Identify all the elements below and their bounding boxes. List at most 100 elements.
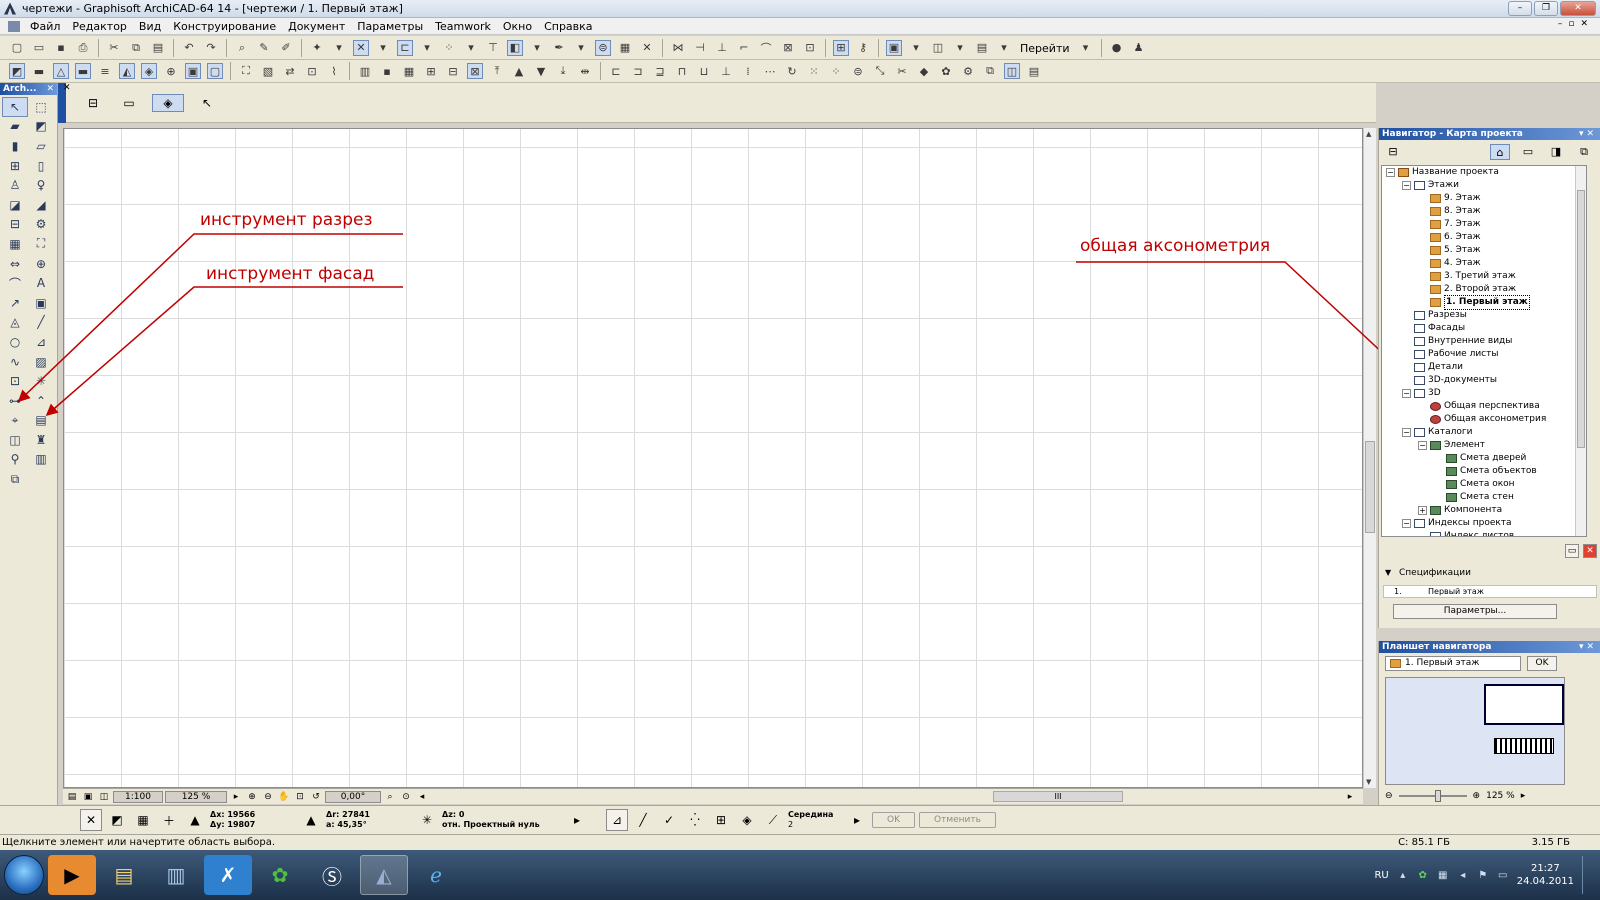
delete-button[interactable]: ✕: [1583, 544, 1597, 558]
parameters-button[interactable]: Параметры...: [1393, 604, 1557, 619]
suspend-groups-icon[interactable]: ⊞: [833, 39, 849, 56]
mirror-icon[interactable]: ⌇: [326, 63, 342, 79]
rotate-view-icon[interactable]: ↺: [309, 791, 323, 803]
goto-menu[interactable]: Перейти: [1015, 39, 1075, 57]
dropdown-arrow-icon[interactable]: ▾: [1078, 40, 1094, 56]
snap-dropdown-icon[interactable]: ▸: [846, 809, 868, 831]
hatch-icon[interactable]: ▧: [260, 63, 276, 79]
beam-tool-icon[interactable]: ◩: [28, 117, 54, 137]
navigator-preview-area[interactable]: [1385, 677, 1565, 785]
scroll-down-icon[interactable]: ▼: [1366, 778, 1371, 786]
paste-icon[interactable]: ▤: [150, 40, 166, 56]
mouse-constraint-icon[interactable]: ⊞: [710, 809, 732, 831]
label-tool-icon[interactable]: ↗: [2, 293, 28, 313]
tree-item[interactable]: Общая аксонометрия: [1382, 413, 1586, 426]
tree-item[interactable]: 4. Этаж: [1382, 257, 1586, 270]
tree-item[interactable]: Индекс листов: [1382, 530, 1586, 536]
distribute-v-icon[interactable]: ⋯: [762, 63, 778, 79]
text-tool-icon[interactable]: A: [28, 273, 54, 293]
dimension-tool-icon[interactable]: ⇔: [2, 254, 28, 274]
scroll-right-icon[interactable]: ▸: [1343, 791, 1357, 803]
zoom-previous-icon[interactable]: ⊙: [399, 791, 413, 803]
intersect-icon[interactable]: ⌐: [736, 40, 752, 56]
scroll-thumb[interactable]: [1577, 190, 1585, 448]
slab-tool-icon[interactable]: ▱: [28, 136, 54, 156]
zoom-field[interactable]: 125 %: [165, 790, 227, 803]
snap-ruler-icon[interactable]: ⟋: [762, 809, 784, 831]
tree-item[interactable]: 3. Третий этаж: [1382, 270, 1586, 283]
table-icon[interactable]: ▦: [617, 40, 633, 56]
curtain-wall-tool-icon[interactable]: ⧉: [2, 469, 28, 489]
menu-help[interactable]: Справка: [538, 18, 598, 35]
figure-tool-icon[interactable]: ▣: [28, 293, 54, 313]
dropdown-arrow-icon[interactable]: ▾: [573, 40, 589, 56]
checkmark-icon[interactable]: ✓: [658, 809, 680, 831]
tree-item[interactable]: Общая перспектива: [1382, 400, 1586, 413]
tree-item[interactable]: Разрезы: [1382, 309, 1586, 322]
tree-item[interactable]: + Компонента: [1382, 504, 1586, 517]
camera-tool-icon[interactable]: ♜: [28, 430, 54, 450]
fit-icon[interactable]: ⊡: [293, 791, 307, 803]
panel-controls[interactable]: ▾✕: [1579, 641, 1597, 653]
hotlink-icon[interactable]: ⊠: [467, 63, 483, 79]
zone-tool-icon[interactable]: ⛶: [28, 234, 54, 254]
polyline-tool-icon[interactable]: ⊿: [28, 332, 54, 352]
dropdown-arrow-icon[interactable]: ▾: [419, 40, 435, 56]
gravity-icon[interactable]: ⊏: [397, 39, 413, 56]
icq-icon[interactable]: ✿: [256, 855, 304, 895]
internet-explorer-icon[interactable]: ℯ: [412, 855, 460, 895]
dropdown-arrow-icon[interactable]: ▾: [996, 40, 1012, 56]
dropdown-arrow-icon[interactable]: ▾: [463, 40, 479, 56]
new-folder-button[interactable]: ▭: [1565, 544, 1579, 558]
tree-item[interactable]: 8. Этаж: [1382, 205, 1586, 218]
tree-item[interactable]: 9. Этаж: [1382, 192, 1586, 205]
find-select-icon[interactable]: ⌕: [234, 40, 250, 56]
grid-view-icon[interactable]: ▦: [401, 63, 417, 79]
tree-item[interactable]: Смета объектов: [1382, 465, 1586, 478]
zoom-in-icon[interactable]: ⊕: [245, 791, 259, 803]
snap-mode[interactable]: Середина 2: [788, 810, 842, 830]
tree-item[interactable]: 1. Первый этаж: [1382, 295, 1586, 310]
3d-view-icon[interactable]: ◫: [930, 40, 946, 56]
view-frame[interactable]: [1484, 684, 1564, 725]
snap-icon[interactable]: ✕: [353, 39, 369, 56]
edit-mode-icon[interactable]: ◩: [9, 63, 25, 79]
element-info-icon[interactable]: ▥: [357, 63, 373, 79]
zone-category-icon[interactable]: ⊕: [163, 63, 179, 79]
pen-icon[interactable]: ✒: [551, 40, 567, 56]
cancel-button[interactable]: Отменить: [919, 812, 996, 828]
fill-tool-icon[interactable]: ◬: [2, 313, 28, 333]
zoom-extent-icon[interactable]: ⊡: [304, 63, 320, 79]
cross-icon[interactable]: ✕: [639, 40, 655, 56]
layers-quick-icon[interactable]: ▤: [65, 791, 79, 803]
menu-view[interactable]: Вид: [133, 18, 167, 35]
collapse-icon[interactable]: −: [1402, 519, 1411, 528]
tree-item[interactable]: Детали: [1382, 361, 1586, 374]
menu-file[interactable]: Файл: [24, 18, 66, 35]
clock[interactable]: 21:27 24.04.2011: [1517, 862, 1574, 888]
menu-document[interactable]: Документ: [282, 18, 351, 35]
arrow-cursor-icon[interactable]: ↖: [194, 94, 220, 112]
document-icon[interactable]: [8, 20, 20, 32]
grid-element-tool-icon[interactable]: ▥: [28, 450, 54, 470]
preview-view-field[interactable]: 1. Первый этаж: [1385, 655, 1521, 671]
diagonal-line-icon[interactable]: ╱: [632, 809, 654, 831]
layer-icon[interactable]: ◧: [507, 39, 523, 56]
tree-item[interactable]: − Этажи: [1382, 179, 1586, 192]
level-dimension-tool-icon[interactable]: ⊕: [28, 254, 54, 274]
resize-icon[interactable]: ⤡: [872, 63, 888, 79]
tree-scrollbar[interactable]: [1575, 166, 1586, 536]
menu-design[interactable]: Конструирование: [167, 18, 282, 35]
flag-icon[interactable]: ⚑: [1477, 869, 1489, 881]
collapse-icon[interactable]: −: [1402, 428, 1411, 437]
marquee-tool-icon[interactable]: ⬚: [28, 97, 54, 117]
maximize-button[interactable]: ❐: [1534, 1, 1558, 16]
monitor-icon[interactable]: ▭: [1497, 869, 1509, 881]
tree-item[interactable]: − Элемент: [1382, 439, 1586, 452]
tree-item[interactable]: − Индексы проекта: [1382, 517, 1586, 530]
align-left-icon[interactable]: ⊏: [608, 63, 624, 79]
cancel-cross-icon[interactable]: ✕: [80, 809, 102, 831]
ref-dropdown-icon[interactable]: ▸: [566, 809, 588, 831]
fill-type-icon[interactable]: ≡: [97, 63, 113, 79]
send-bottom-icon[interactable]: ⤓: [555, 63, 571, 79]
